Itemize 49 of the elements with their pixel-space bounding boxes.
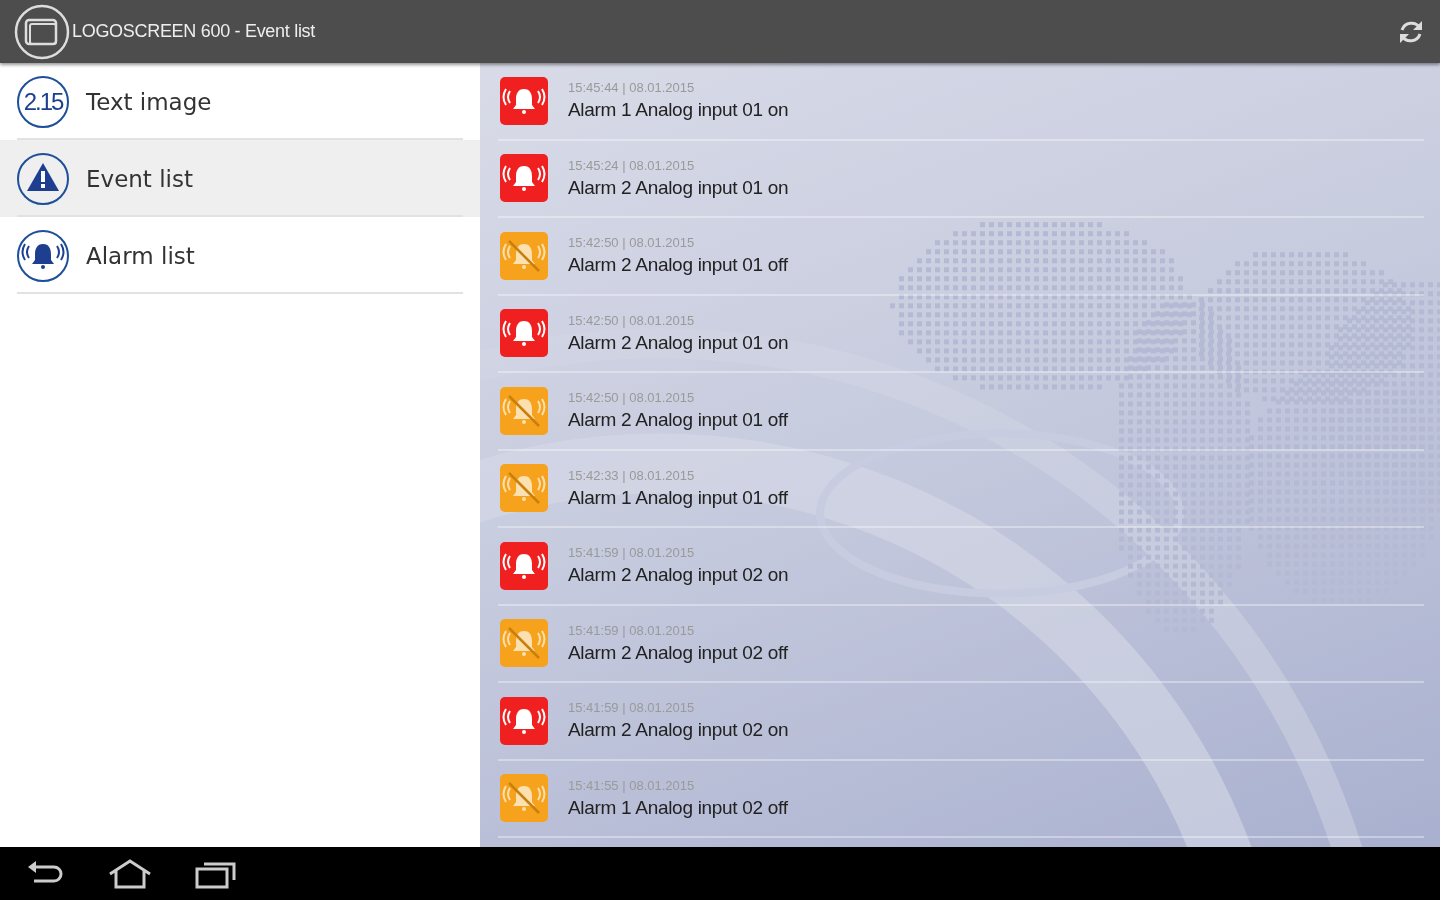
event-text: Alarm 2 Analog input 01 off (568, 409, 788, 432)
event-row[interactable]: 15:42:50 | 08.01.2015 Alarm 2 Analog input 01 off (498, 373, 1424, 451)
event-row[interactable]: 15:45:44 | 08.01.2015 Alarm 1 Analog input 01 on (498, 63, 1424, 141)
event-time: 15:45:44 | 08.01.2015 (568, 80, 696, 96)
event-text: Alarm 1 Analog input 01 off (568, 486, 788, 509)
event-time: 15:41:59 | 08.01.2015 (568, 545, 696, 561)
event-text: Alarm 2 Analog input 01 off (568, 254, 788, 277)
menu-label: Alarm list (86, 242, 195, 269)
event-row[interactable]: 15:41:59 | 08.01.2015 Alarm 2 Analog input 02 on (498, 528, 1424, 606)
event-text: Alarm 1 Analog input 01 on (568, 99, 789, 122)
event-text: Alarm 1 Analog input 02 off (568, 796, 788, 819)
event-time: 15:45:24 | 08.01.2015 (568, 157, 696, 173)
event-row[interactable]: 15:42:33 | 08.01.2015 Alarm 1 Analog input 01 off (498, 450, 1424, 528)
event-time: 15:41:55 | 08.01.2015 (568, 777, 696, 793)
muted-bell-icon (500, 464, 548, 513)
muted-bell-icon (500, 386, 548, 435)
menu-label: Event list (86, 165, 193, 192)
event-row[interactable]: 15:42:50 | 08.01.2015 Alarm 2 Analog input 01 on (498, 295, 1424, 373)
event-time: 15:42:50 | 08.01.2015 (568, 312, 696, 328)
ringing-bell-icon (500, 76, 548, 125)
event-time: 15:42:33 | 08.01.2015 (568, 467, 696, 483)
event-row[interactable]: 15:45:24 | 08.01.2015 Alarm 2 Analog input 01 on (498, 140, 1424, 218)
menu-item[interactable]: Event list (0, 140, 480, 217)
event-row[interactable]: 15:41:59 | 08.01.2015 Alarm 2 Analog input 02 on (498, 683, 1424, 761)
ringing-bell-icon (500, 696, 548, 745)
event-time: 15:41:59 | 08.01.2015 (568, 700, 696, 716)
ringing-bell-icon (500, 154, 548, 203)
muted-bell-icon (500, 774, 548, 823)
ringing-bell-icon (500, 309, 548, 358)
menu-label: Text image (86, 88, 212, 115)
bell-icon (17, 229, 69, 282)
icon-number: 2.15 (23, 87, 63, 116)
event-text: Alarm 2 Analog input 01 on (568, 331, 789, 354)
event-time: 15:42:50 | 08.01.2015 (568, 235, 696, 251)
event-time: 15:42:50 | 08.01.2015 (568, 390, 696, 406)
event-text: Alarm 2 Analog input 02 off (568, 641, 788, 664)
event-text: Alarm 2 Analog input 01 on (568, 176, 789, 199)
event-text: Alarm 2 Analog input 02 on (568, 564, 789, 587)
muted-bell-icon (500, 231, 548, 280)
event-row[interactable]: 15:42:50 | 08.01.2015 Alarm 2 Analog input 01 off (498, 218, 1424, 296)
event-text: Alarm 2 Analog input 02 on (568, 719, 789, 742)
ringing-bell-icon (500, 541, 548, 590)
muted-bell-icon (500, 619, 548, 668)
window-title: LOGOSCREEN 600 - Event list (72, 21, 315, 42)
warning-icon (17, 152, 69, 205)
event-row[interactable]: 15:41:59 | 08.01.2015 Alarm 2 Analog input 02 off (498, 605, 1424, 683)
app-logo-icon[interactable] (14, 3, 70, 60)
event-time: 15:41:59 | 08.01.2015 (568, 622, 696, 638)
event-row[interactable]: 15:41:55 | 08.01.2015 Alarm 1 Analog input 02 off (498, 760, 1424, 838)
